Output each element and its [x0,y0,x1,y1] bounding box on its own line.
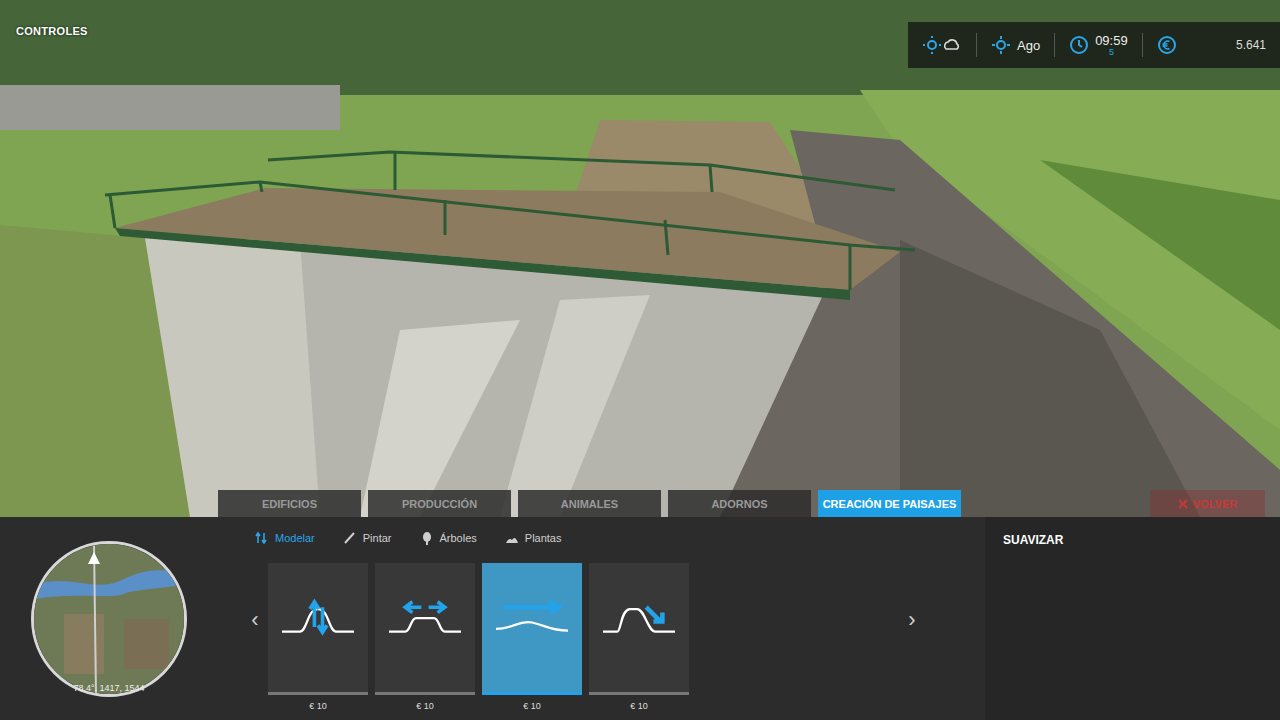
tool-carousel: ‹ € 10 € 10 € 10 € 10 › [218,563,985,711]
selected-tool-name: SUAVIZAR [1003,533,1262,547]
tool-price: € 10 [416,701,434,711]
brush-icon [343,531,357,545]
subtabs: Modelar Pintar Árboles Plantas [218,527,985,549]
time-speed-label: 5 [1109,48,1114,57]
category-tab[interactable]: PRODUCCIÓN [368,490,511,517]
minimap[interactable] [31,541,187,697]
money-label: 5.641 [1236,38,1266,52]
tool-price: € 10 [523,701,541,711]
previous-button[interactable]: ‹ [242,607,268,633]
game-screen: CONTROLES Ago 09:595 5.641 EDIFICIOS PRODUCCI… [0,0,1280,720]
weather-forecast-icon [922,35,962,55]
sculpt-icon [255,531,269,545]
minimap-area: 78.4°, 1417, 1544 [0,517,218,720]
subtab[interactable]: Modelar [255,531,315,545]
next-button[interactable]: › [899,607,925,633]
game-scene[interactable]: CONTROLES Ago 09:595 5.641 EDIFICIOS PRODUCCI… [0,0,1280,517]
tool-card[interactable] [589,563,689,695]
status-hud: Ago 09:595 5.641 [908,22,1280,68]
subtab[interactable]: Árboles [420,531,477,545]
time-label: 09:59 [1095,34,1128,47]
category-tab[interactable]: EDIFICIOS [218,490,361,517]
tool-card[interactable] [268,563,368,695]
tool-card[interactable] [482,563,582,695]
category-tab[interactable]: CREACIÓN DE PAISAJES [818,490,961,517]
back-button[interactable]: VOLVER [1150,490,1265,517]
category-tab[interactable]: ANIMALES [518,490,661,517]
controls-label[interactable]: CONTROLES [16,25,88,37]
build-panel: 78.4°, 1417, 1544 Modelar Pintar Árboles Pla… [0,517,1280,720]
clock-icon [1069,35,1089,55]
raise-terrain-icon [273,591,363,645]
level-terrain-icon [380,591,470,645]
minimap-coordinates: 78.4°, 1417, 1544 [73,683,144,693]
euro-icon [1157,35,1177,55]
tree-icon [420,531,434,545]
tool-card[interactable] [375,563,475,695]
tool-item[interactable]: € 10 [268,563,368,711]
tool-item[interactable]: € 10 [482,563,582,711]
landscape-view [0,0,1280,517]
tool-price: € 10 [309,701,327,711]
category-tabs: EDIFICIOS PRODUCCIÓN ANIMALES ADORNOS CREACI… [218,490,1265,517]
season-sun-icon [991,35,1011,55]
subtab[interactable]: Pintar [343,531,392,545]
tool-item[interactable]: € 10 [375,563,475,711]
month-label: Ago [1017,38,1040,53]
tool-info: SUAVIZAR [985,517,1280,720]
subtab[interactable]: Plantas [505,531,562,545]
plant-icon [505,531,519,545]
category-tab[interactable]: ADORNOS [668,490,811,517]
slope-terrain-icon [594,591,684,645]
close-icon [1178,499,1188,509]
tool-area: Modelar Pintar Árboles Plantas ‹ € 10 € 10 € 10… [218,517,985,720]
time-display: 09:595 [1095,34,1128,57]
tool-item[interactable]: € 10 [589,563,689,711]
tool-price: € 10 [630,701,648,711]
smooth-terrain-icon [487,591,577,645]
minimap-map [34,544,184,694]
